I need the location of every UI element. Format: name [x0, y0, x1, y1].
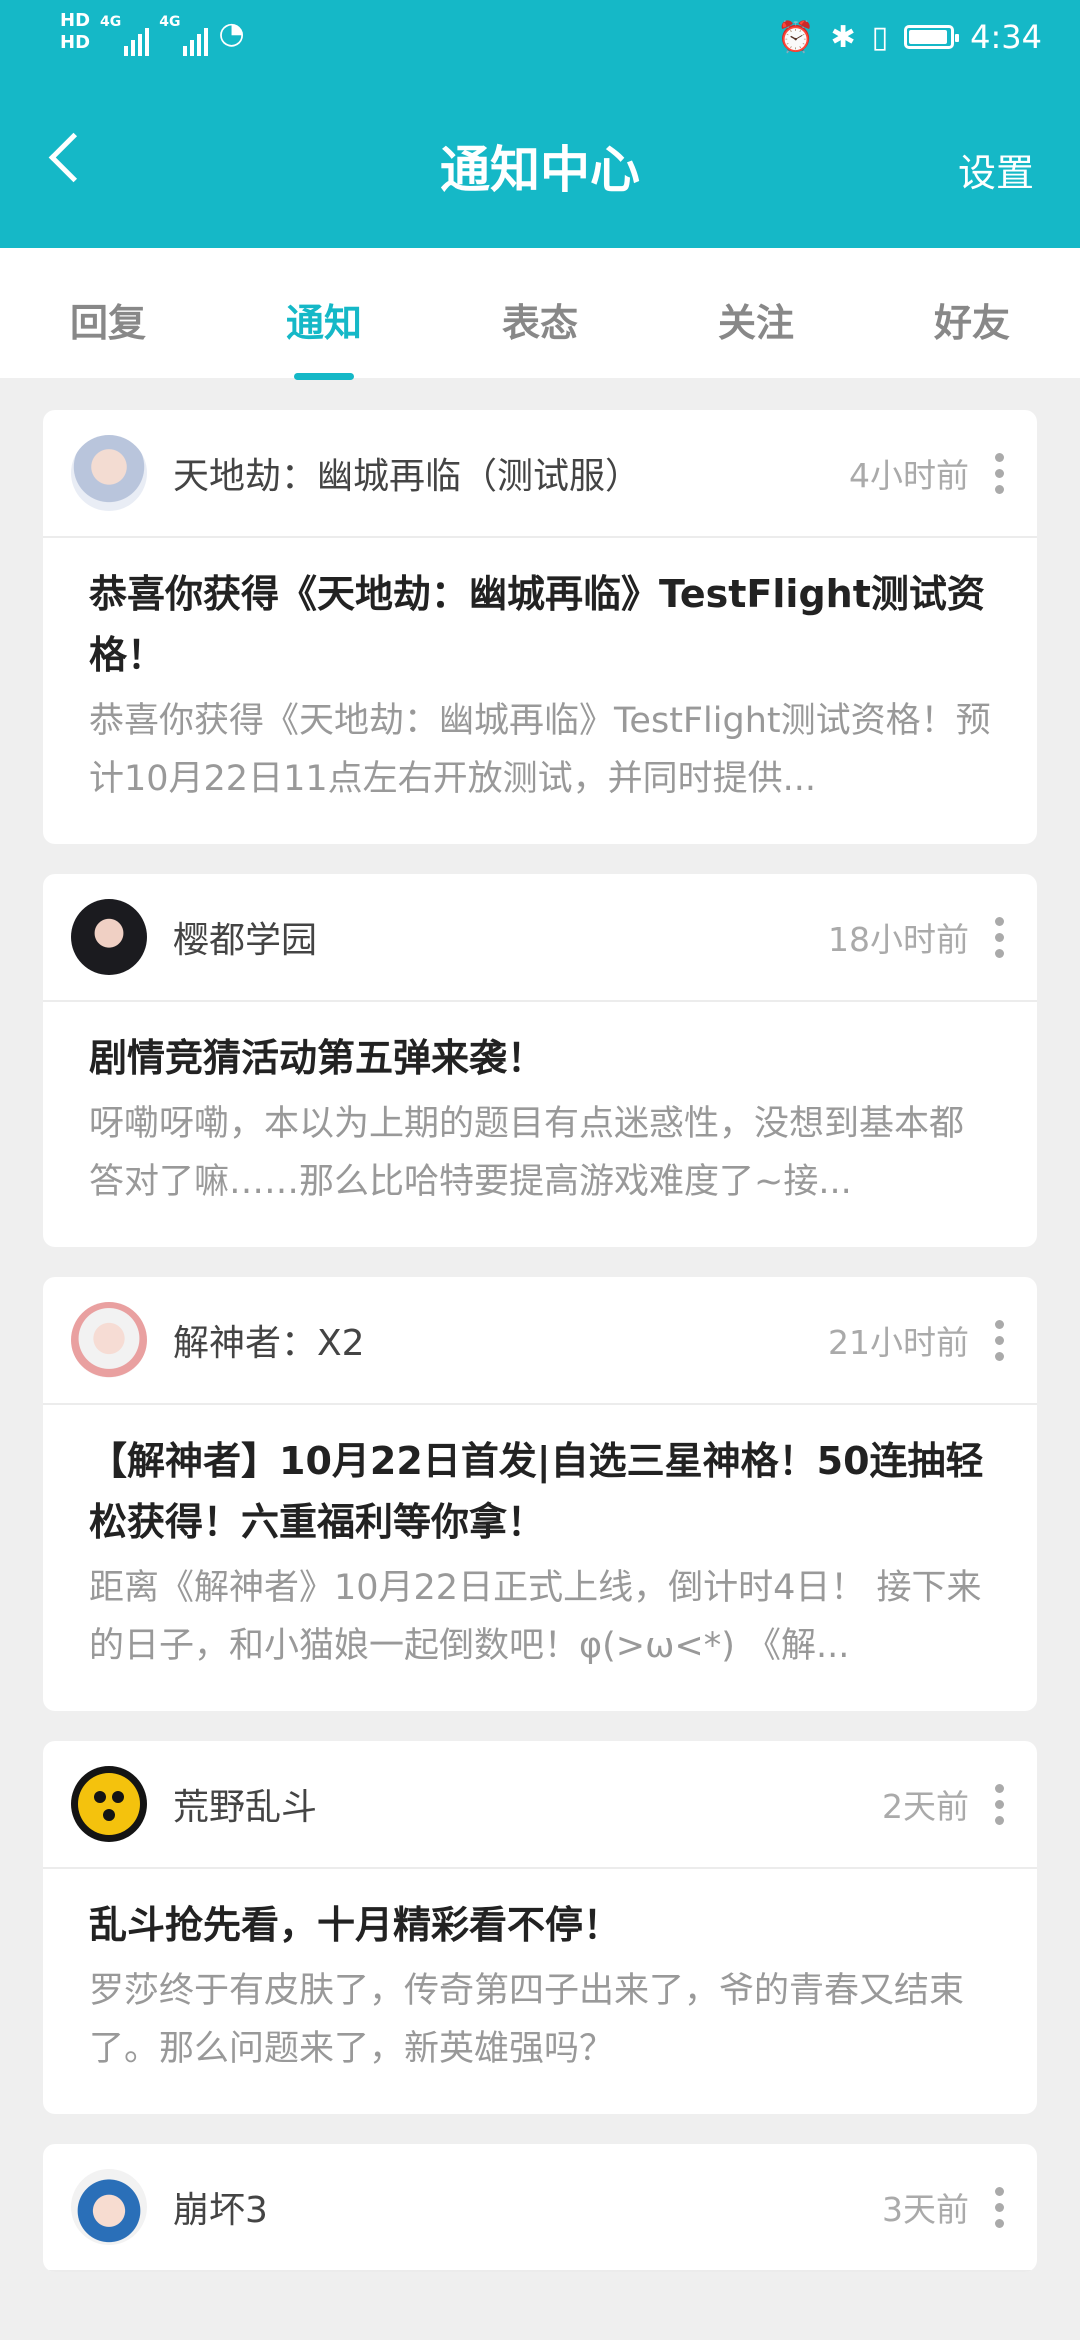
app-avatar[interactable] [71, 1766, 147, 1842]
notification-title: 【解神者】10月22日首发|自选三星神格！50连抽轻松获得！六重福利等你拿！ [89, 1439, 984, 1544]
nav-bar: 通知中心 设置 [0, 100, 1080, 230]
notification-description: 呀嘞呀嘞，本以为上期的题目有点迷惑性，没想到基本都答对了嘛……那么比哈特要提高游… [89, 1104, 965, 1202]
card-header: 崩坏3 3天前 [43, 2144, 1037, 2272]
app-avatar[interactable] [71, 1302, 147, 1378]
card-body[interactable]: 乱斗抢先看，十月精彩看不停！ 罗莎终于有皮肤了，传奇第四子出来了，爷的青春又结束… [43, 1869, 1037, 2114]
sim1-label: 4G [100, 14, 122, 30]
battery-icon [904, 25, 960, 49]
tab-bar: 回复 通知 表态 关注 好友 [0, 248, 1080, 378]
card-header: 天地劫：幽城再临（测试服） 4小时前 [43, 410, 1037, 538]
app-avatar[interactable] [71, 435, 147, 511]
notification-card[interactable]: 天地劫：幽城再临（测试服） 4小时前 恭喜你获得《天地劫：幽城再临》TestFl… [43, 410, 1037, 844]
notification-title: 恭喜你获得《天地劫：幽城再临》TestFlight测试资格！ [89, 572, 985, 677]
alarm-icon: ⏰ [777, 19, 815, 55]
tab-notifications[interactable]: 通知 [216, 248, 432, 378]
status-bar: HD HD 4G 4G ◔ ⏰ ✱ ▯ 4:34 [0, 0, 1080, 78]
page-title: 通知中心 [440, 141, 640, 199]
tab-reactions[interactable]: 表态 [432, 248, 648, 378]
notification-time: 18小时前 [828, 920, 969, 959]
card-header: 樱都学园 18小时前 [43, 874, 1037, 1002]
signal-icon-2: 4G [159, 10, 209, 56]
card-header: 荒野乱斗 2天前 [43, 1741, 1037, 1869]
app-name[interactable]: 天地劫：幽城再临（测试服） [173, 447, 849, 499]
notification-time: 21小时前 [828, 1323, 969, 1362]
notification-time: 3天前 [882, 2190, 969, 2229]
notification-card[interactable]: 崩坏3 3天前 [43, 2144, 1037, 2272]
tab-follow[interactable]: 关注 [648, 248, 864, 378]
vibrate-icon: ▯ [871, 19, 889, 55]
bluetooth-icon: ✱ [830, 19, 856, 55]
hd-indicator: HD HD [60, 10, 90, 54]
notification-time: 2天前 [882, 1787, 969, 1826]
notification-card[interactable]: 荒野乱斗 2天前 乱斗抢先看，十月精彩看不停！ 罗莎终于有皮肤了，传奇第四子出来… [43, 1741, 1037, 2114]
more-options-icon[interactable] [995, 452, 1005, 494]
card-header: 解神者：X2 21小时前 [43, 1277, 1037, 1405]
card-body[interactable]: 剧情竞猜活动第五弹来袭！ 呀嘞呀嘞，本以为上期的题目有点迷惑性，没想到基本都答对… [43, 1002, 1037, 1247]
hd-label-2: HD [60, 32, 91, 53]
app-name[interactable]: 崩坏3 [173, 2181, 882, 2233]
status-right: ⏰ ✱ ▯ 4:34 [777, 18, 1042, 56]
wifi-icon: ◔ [218, 16, 245, 51]
notification-time: 4小时前 [849, 456, 969, 495]
notification-card[interactable]: 樱都学园 18小时前 剧情竞猜活动第五弹来袭！ 呀嘞呀嘞，本以为上期的题目有点迷… [43, 874, 1037, 1247]
notification-description: 罗莎终于有皮肤了，传奇第四子出来了，爷的青春又结束了。那么问题来了，新英雄强吗？ [89, 1971, 965, 2069]
app-name[interactable]: 荒野乱斗 [173, 1778, 882, 1830]
more-options-icon[interactable] [995, 2186, 1005, 2228]
tab-friends[interactable]: 好友 [864, 248, 1080, 378]
signal-icon-1: 4G [100, 10, 150, 56]
notification-title: 乱斗抢先看，十月精彩看不停！ [89, 1903, 622, 1947]
app-header: HD HD 4G 4G ◔ ⏰ ✱ ▯ 4:34 通知中心 设置 [0, 0, 1080, 248]
tab-reply[interactable]: 回复 [0, 248, 216, 378]
app-avatar[interactable] [71, 899, 147, 975]
more-options-icon[interactable] [995, 916, 1005, 958]
notification-list: 天地劫：幽城再临（测试服） 4小时前 恭喜你获得《天地劫：幽城再临》TestFl… [0, 378, 1080, 2272]
notification-description: 恭喜你获得《天地劫：幽城再临》TestFlight测试资格！预计10月22日11… [89, 701, 991, 799]
notification-card[interactable]: 解神者：X2 21小时前 【解神者】10月22日首发|自选三星神格！50连抽轻松… [43, 1277, 1037, 1711]
settings-button[interactable]: 设置 [958, 142, 1034, 197]
card-body[interactable]: 恭喜你获得《天地劫：幽城再临》TestFlight测试资格！ 恭喜你获得《天地劫… [43, 538, 1037, 844]
card-body[interactable]: 【解神者】10月22日首发|自选三星神格！50连抽轻松获得！六重福利等你拿！ 距… [43, 1405, 1037, 1711]
hd-label-1: HD [60, 10, 91, 31]
notification-title: 剧情竞猜活动第五弹来袭！ [89, 1036, 546, 1080]
app-name[interactable]: 樱都学园 [173, 911, 828, 963]
app-name[interactable]: 解神者：X2 [173, 1314, 828, 1366]
app-avatar[interactable] [71, 2169, 147, 2245]
status-time: 4:34 [970, 18, 1042, 56]
more-options-icon[interactable] [995, 1319, 1005, 1361]
more-options-icon[interactable] [995, 1783, 1005, 1825]
notification-description: 距离《解神者》10月22日正式上线，倒计时4日！ 接下来的日子，和小猫娘一起倒数… [89, 1568, 982, 1666]
status-left: HD HD 4G 4G ◔ [60, 10, 245, 56]
sim2-label: 4G [159, 14, 181, 30]
